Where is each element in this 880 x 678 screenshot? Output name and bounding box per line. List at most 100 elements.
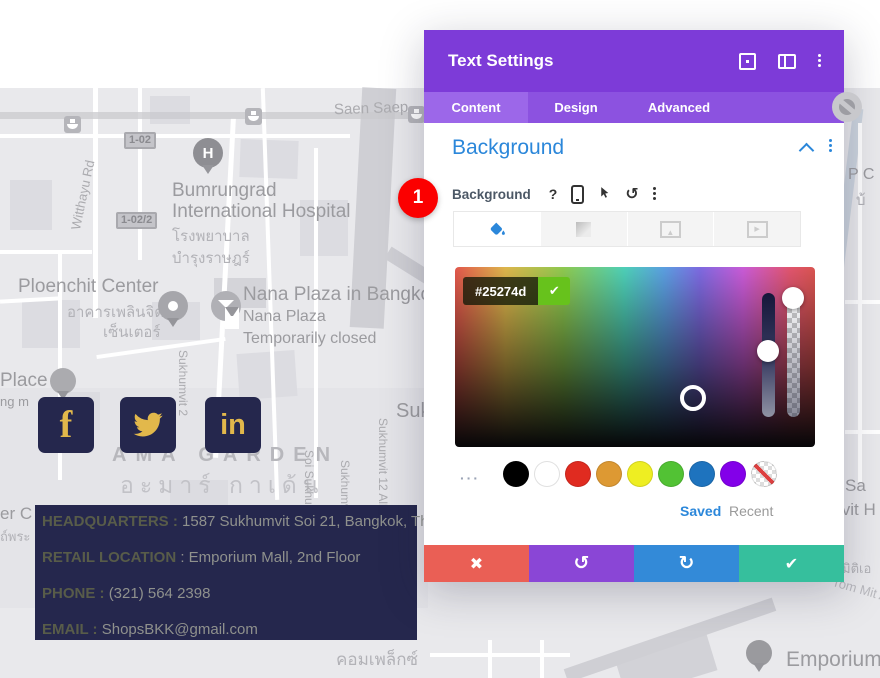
route-badge-1-02: 1-02 <box>124 132 157 149</box>
contact-value: ShopsBKK@gmail.com <box>101 621 258 638</box>
map-road <box>430 653 570 657</box>
map-road <box>845 430 880 434</box>
cancel-button[interactable]: ✖ <box>424 545 529 582</box>
hospital-pin-letter: H <box>202 144 214 162</box>
opacity-slider-handle[interactable] <box>782 287 804 309</box>
tab-content[interactable]: Content <box>424 92 528 123</box>
map-label-bumrungrad-thai2: บำรุงราษฎร์ <box>172 250 250 267</box>
more-swatches-icon[interactable]: ··· <box>460 470 480 486</box>
bg-type-video-tab[interactable]: ▶ <box>714 212 800 246</box>
map-building <box>10 180 52 230</box>
facebook-button[interactable]: f <box>38 397 94 453</box>
confirm-hex-icon[interactable]: ✔ <box>538 277 571 305</box>
option-dots-icon[interactable] <box>652 186 656 202</box>
map-label-pc-thai: บ้ <box>856 192 866 209</box>
map-label-saen-saep: Saen Saep <box>333 98 409 119</box>
background-option-row: Background ? ↺ <box>452 183 670 205</box>
map-label-ng-m: ng m <box>0 394 29 409</box>
redo-button[interactable]: ↻ <box>634 545 739 582</box>
snap-panel-icon[interactable] <box>778 53 796 69</box>
help-icon[interactable]: ? <box>549 186 558 202</box>
bg-type-color-tab[interactable] <box>454 212 541 246</box>
nana-plaza-pin[interactable] <box>211 291 241 329</box>
map-label-ploenchit-thai2: เซ็นเตอร์ <box>103 324 161 341</box>
contact-value: : Emporium Mall, 2nd Floor <box>180 549 361 566</box>
color-swatch-eeee22[interactable] <box>627 461 653 487</box>
contact-line-retail: RETAIL LOCATION : Emporium Mall, 2nd Flo… <box>42 549 360 566</box>
linkedin-button[interactable]: in <box>205 397 261 453</box>
map-control-globe-icon[interactable] <box>832 92 862 122</box>
undo-button[interactable]: ↺ <box>529 545 634 582</box>
background-type-tabs: ▲ ▶ <box>453 211 801 247</box>
map-label-bumrungrad2: International Hospital <box>172 201 351 222</box>
map-label-ploenchit: Ploenchit Center <box>18 276 159 297</box>
color-swatch-000000[interactable] <box>503 461 529 487</box>
ploenchit-pin[interactable] <box>158 291 188 327</box>
map-label-nana-title: Nana Plaza in Bangkok <box>243 284 441 305</box>
map-building <box>150 96 190 124</box>
transparent-swatch[interactable] <box>751 461 777 487</box>
map-label-sukhumvit2: Sukhumvit 2 <box>176 350 190 417</box>
modal-body: Background Background ? ↺ ▲ ▶ #25274d ✔ … <box>424 123 844 545</box>
map-label-nana-status: Temporarily closed <box>243 330 377 347</box>
contact-value: (321) 564 2398 <box>108 585 211 602</box>
bg-type-gradient-tab[interactable] <box>540 212 628 246</box>
map-label-place: Place <box>0 370 48 391</box>
hover-cursor-icon[interactable] <box>598 185 611 203</box>
expand-modal-icon[interactable] <box>739 52 756 70</box>
contact-label: HEADQUARTERS : <box>42 513 178 530</box>
tab-design[interactable]: Design <box>528 92 624 123</box>
step-annotation-badge: 1 <box>398 178 438 218</box>
tab-advanced[interactable]: Advanced <box>624 92 734 123</box>
modal-title: Text Settings <box>448 51 554 70</box>
map-label-bumrungrad-thai1: โรงพยาบาล <box>172 228 250 245</box>
contact-line-email: EMAIL : ShopsBKK@gmail.com <box>42 621 258 638</box>
collapse-section-icon[interactable] <box>798 142 815 159</box>
color-swatch-dd9933[interactable] <box>596 461 622 487</box>
video-icon: ▶ <box>746 220 768 238</box>
modal-options-icon[interactable] <box>818 54 822 68</box>
map-label-bumrungrad: Bumrungrad <box>172 180 277 201</box>
contact-info-box: HEADQUARTERS : 1587 Sukhumvit Soi 21, Ba… <box>35 505 473 640</box>
ferry-pier-icon[interactable] <box>245 108 262 125</box>
map-road <box>0 250 92 254</box>
color-swatch-52c234[interactable] <box>658 461 684 487</box>
paint-bucket-icon <box>490 222 505 235</box>
image-icon: ▲ <box>659 220 681 238</box>
color-swatch-e02b20[interactable] <box>565 461 591 487</box>
responsive-icon[interactable] <box>571 184 585 204</box>
hex-color-input[interactable]: #25274d <box>463 277 539 305</box>
map-label-ama-thai: อะมาร์ กาเด้น <box>120 472 325 498</box>
background-section-title[interactable]: Background <box>452 136 564 160</box>
section-options-icon[interactable] <box>829 139 832 154</box>
reset-icon[interactable]: ↺ <box>625 184 638 204</box>
hospital-pin[interactable]: H <box>193 138 223 174</box>
contact-label: EMAIL : <box>42 621 98 638</box>
ferry-pier-icon[interactable] <box>408 106 425 123</box>
brightness-slider-handle[interactable] <box>757 340 779 362</box>
map-building <box>236 350 298 400</box>
background-option-label: Background <box>452 186 531 202</box>
color-selector-ring[interactable] <box>680 385 706 411</box>
map-label-er-c: er C <box>0 504 33 523</box>
place-bag-pin[interactable] <box>50 368 76 400</box>
color-swatch-ffffff[interactable] <box>534 461 560 487</box>
contact-label: PHONE : <box>42 585 105 602</box>
ferry-pier-icon[interactable] <box>64 116 81 133</box>
modal-tab-bar: Content Design Advanced <box>424 92 844 123</box>
map-road <box>0 134 350 138</box>
map-label-emporium: Emporium <box>786 648 880 671</box>
saved-swatches-link[interactable]: Saved <box>680 503 721 519</box>
bg-type-image-tab[interactable]: ▲ <box>627 212 715 246</box>
color-swatch-8300e9[interactable] <box>720 461 746 487</box>
map-label-complex: คอมเพล็กซ์ <box>336 650 419 669</box>
recent-swatches-link[interactable]: Recent <box>729 503 773 519</box>
color-saturation-field[interactable]: #25274d ✔ <box>455 267 815 447</box>
color-swatch-1e73be[interactable] <box>689 461 715 487</box>
gradient-icon <box>576 221 592 237</box>
twitter-button[interactable] <box>120 397 176 453</box>
emporium-pin[interactable] <box>746 640 772 672</box>
confirm-button[interactable]: ✔ <box>739 545 844 582</box>
modal-header[interactable]: Text Settings <box>424 30 844 92</box>
opacity-slider[interactable] <box>787 293 800 417</box>
